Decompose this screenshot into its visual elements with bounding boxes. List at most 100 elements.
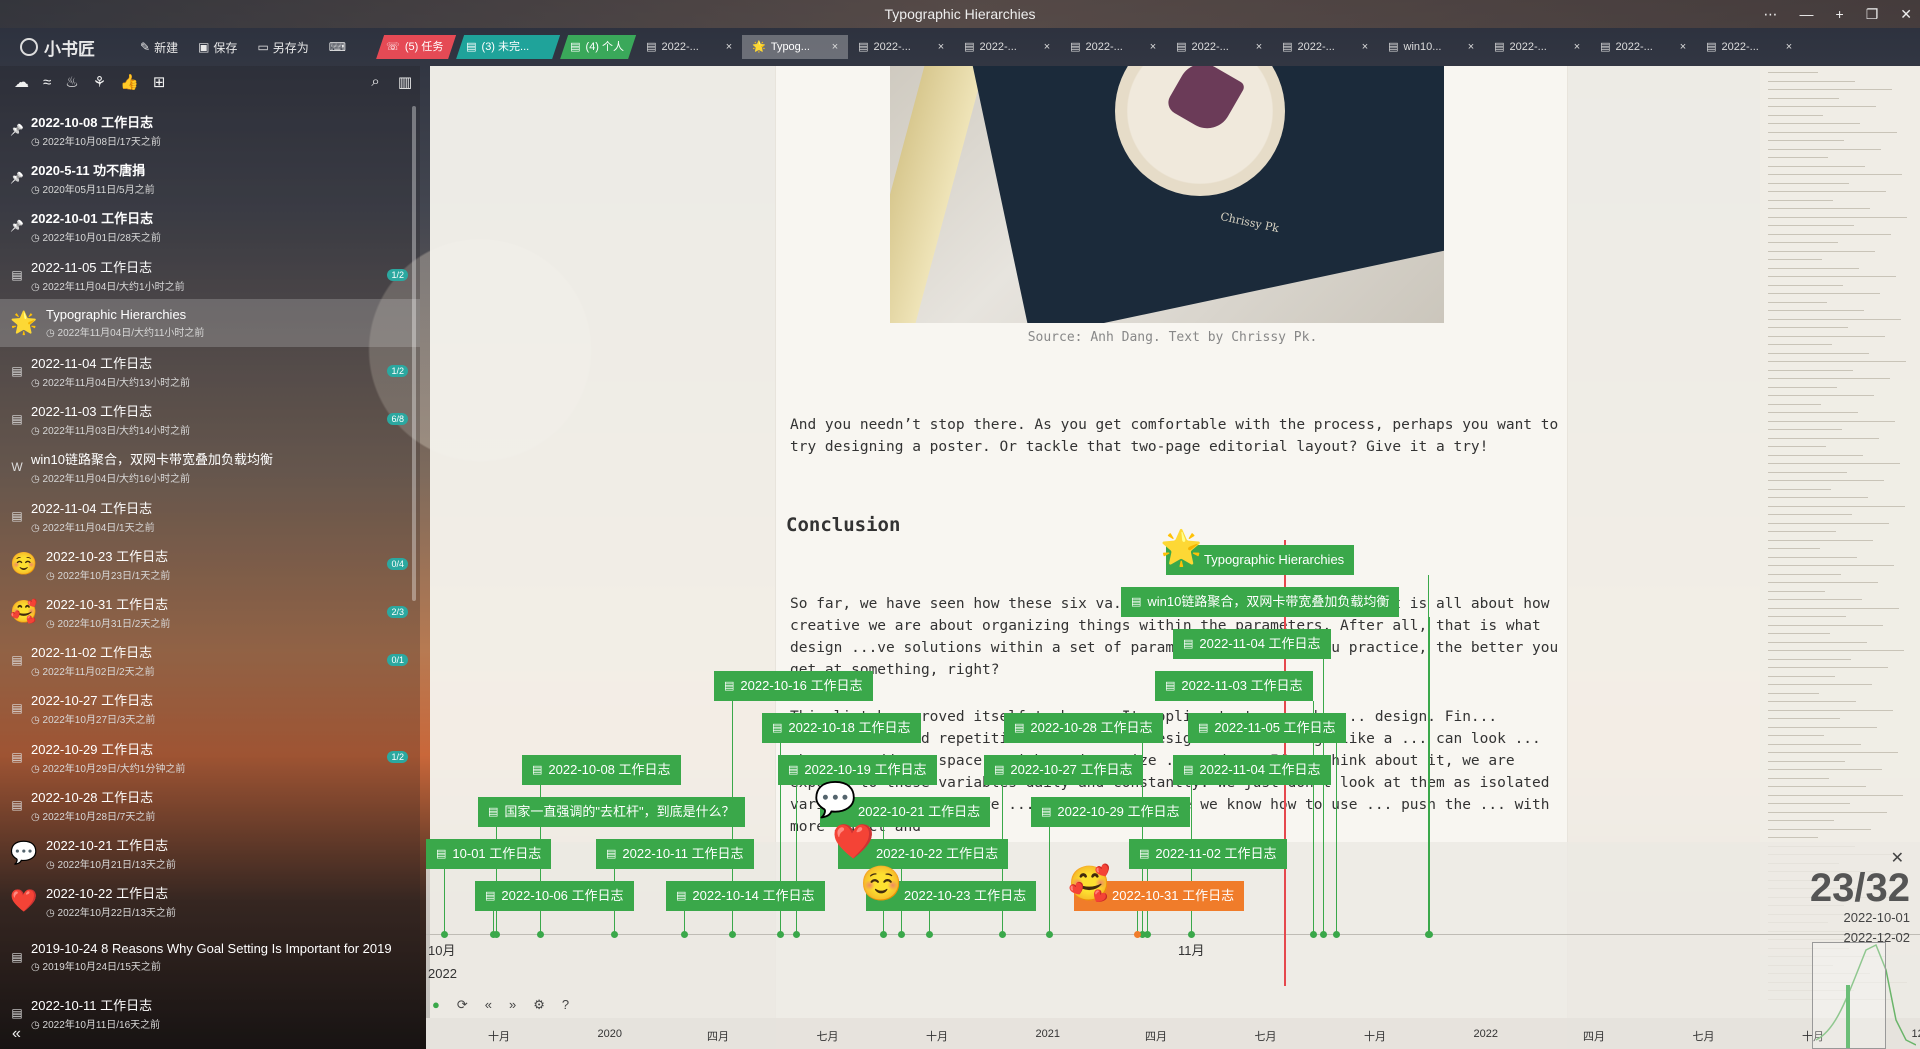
tab-item[interactable]: ☏ (5) 任务: [376, 35, 456, 59]
event-dot[interactable]: [681, 931, 688, 938]
event-dot[interactable]: [1426, 931, 1433, 938]
note-list-item[interactable]: ▤ 2022-10-29 工作日志 ◷ 2022年10月29日/大约1分钟之前 1/2: [0, 732, 420, 780]
timeline-event[interactable]: ▤ 2022-11-03 工作日志: [1155, 671, 1313, 701]
sidebar-scrollbar[interactable]: [412, 106, 416, 601]
event-dot[interactable]: [729, 931, 736, 938]
event-dot[interactable]: [777, 931, 784, 938]
note-list-item[interactable]: ▤ 2022-10-11 工作日志 ◷ 2022年10月11日/16天之前: [0, 989, 420, 1037]
timeline-event[interactable]: ▤ 2022-11-02 工作日志: [1129, 839, 1287, 869]
note-list-item[interactable]: ▤ 2022-10-28 工作日志 ◷ 2022年10月28日/7天之前: [0, 781, 420, 829]
event-dot[interactable]: [1134, 931, 1141, 938]
thumbs-up-icon[interactable]: 👍: [120, 73, 139, 91]
close-tab-icon[interactable]: ×: [1150, 35, 1156, 59]
settings-icon[interactable]: ⚙: [533, 997, 545, 1013]
keyboard-button[interactable]: ⌨: [329, 40, 346, 54]
timeline-event[interactable]: ▤ 2022-10-16 工作日志: [714, 671, 873, 701]
note-list-item[interactable]: 📌 2020-5-11 功不唐捐 ◷ 2020年05月11日/5月之前: [0, 154, 420, 202]
timeline-event[interactable]: ▤ 2022-10-08 工作日志: [522, 755, 681, 785]
event-dot[interactable]: [880, 931, 887, 938]
bath-icon[interactable]: ♨: [65, 73, 78, 91]
timeline-event[interactable]: ▤ 2022-11-04 工作日志: [1173, 755, 1331, 785]
timeline-event[interactable]: ▤ 2022-10-19 工作日志: [778, 755, 937, 785]
timeline-event[interactable]: ▤ 10-01 工作日志: [426, 839, 552, 869]
tab-item[interactable]: ▤ 2022-... ×: [1590, 35, 1696, 59]
close-tab-icon[interactable]: ×: [1468, 35, 1474, 59]
event-dot[interactable]: [926, 931, 933, 938]
note-list-item[interactable]: ▤ 2022-10-27 工作日志 ◷ 2022年10月27日/3天之前: [0, 684, 420, 732]
tab-item[interactable]: ▤ 2022-... ×: [1060, 35, 1166, 59]
cloud-icon[interactable]: ☁: [14, 73, 29, 91]
save-as-button[interactable]: ▭ 另存为: [257, 39, 308, 56]
collapse-sidebar-icon[interactable]: «: [12, 1025, 21, 1043]
more-icon[interactable]: ⋯: [1764, 0, 1778, 28]
walk-icon[interactable]: ⚘: [93, 73, 106, 91]
tab-item[interactable]: ▤ 2022-... ×: [1484, 35, 1590, 59]
next-icon[interactable]: »: [509, 997, 516, 1013]
new-button[interactable]: ✎ 新建: [140, 39, 178, 56]
close-tab-icon[interactable]: ×: [1362, 35, 1368, 59]
close-tab-icon[interactable]: ×: [1680, 35, 1686, 59]
timeline-overview[interactable]: 十月2020四月七月十月2021四月七月十月2022四月七月十月12: [426, 1018, 1920, 1049]
note-list-item[interactable]: ▤ 2019-10-24 8 Reasons Why Goal Setting I…: [0, 925, 420, 989]
note-list-item[interactable]: ☺️ 2022-10-23 工作日志 ◷ 2022年10月23日/1天之前 0/4: [0, 540, 420, 588]
save-button[interactable]: ▣ 保存: [198, 39, 237, 56]
note-list-item[interactable]: 💬 2022-10-21 工作日志 ◷ 2022年10月21日/13天之前: [0, 829, 420, 877]
note-list-item[interactable]: 🌟 Typographic Hierarchies ◷ 2022年11月04日/大约…: [0, 298, 420, 347]
timeline-event[interactable]: ▤ 2022-11-05 工作日志: [1188, 713, 1346, 743]
sitemap-icon[interactable]: ⊞: [153, 73, 166, 91]
note-list-item[interactable]: 📌 2022-10-08 工作日志 ◷ 2022年10月08日/17天之前: [0, 106, 420, 154]
tab-item[interactable]: ▤ win10... ×: [1378, 35, 1484, 59]
note-list-item[interactable]: ▤ 2022-11-04 工作日志 ◷ 2022年11月04日/大约13小时之前 1/…: [0, 347, 420, 395]
tab-item[interactable]: ▤ 2022-... ×: [954, 35, 1060, 59]
event-dot[interactable]: [1333, 931, 1340, 938]
tab-item[interactable]: ▤ 2022-... ×: [1272, 35, 1378, 59]
timeline-event[interactable]: ▤ 2022-10-14 工作日志: [666, 881, 825, 911]
app-logo[interactable]: 小书匠: [20, 35, 140, 60]
refresh-icon[interactable]: ⟳: [457, 997, 468, 1013]
event-dot[interactable]: [793, 931, 800, 938]
note-list-item[interactable]: Wwin10链路聚合，双网卡带宽叠加负载均衡 ◷ 2022年11月04日/大约16…: [0, 443, 420, 491]
event-dot[interactable]: [898, 931, 905, 938]
timeline-event[interactable]: ▤ 2022-10-29 工作日志: [1031, 797, 1190, 827]
note-list-item[interactable]: ▤ 2022-11-05 工作日志 ◷ 2022年11月04日/大约1小时之前 1/2: [0, 251, 420, 299]
timeline-event[interactable]: ▤ 2022-10-27 工作日志: [984, 755, 1143, 785]
note-list-item[interactable]: ▤ 2022-11-04 工作日志 ◷ 2022年11月04日/1天之前: [0, 492, 420, 540]
note-list-item[interactable]: 🥰 2022-10-31 工作日志 ◷ 2022年10月31日/2天之前 2/3: [0, 588, 420, 636]
event-dot[interactable]: [1144, 931, 1151, 938]
event-dot[interactable]: [1046, 931, 1053, 938]
close-tab-icon[interactable]: ×: [726, 35, 732, 59]
help-icon[interactable]: ?: [562, 997, 569, 1013]
note-list-item[interactable]: ▤ 2022-11-02 工作日志 ◷ 2022年11月02日/2天之前 0/1: [0, 636, 420, 684]
timeline-event[interactable]: ▤ win10链路聚合，双网卡带宽叠加负载均衡: [1121, 587, 1400, 617]
event-dot[interactable]: [1188, 931, 1195, 938]
search-icon[interactable]: ⌕: [371, 73, 379, 91]
tab-item[interactable]: ▤ 2022-... ×: [636, 35, 742, 59]
timeline-event[interactable]: ▤ 2022-10-06 工作日志: [475, 881, 634, 911]
close-icon[interactable]: ✕: [1900, 0, 1912, 28]
tab-item[interactable]: ▤ 2022-... ×: [1696, 35, 1802, 59]
event-dot[interactable]: [490, 931, 497, 938]
close-tab-icon[interactable]: ×: [1574, 35, 1580, 59]
close-timeline-icon[interactable]: ✕: [1891, 848, 1904, 868]
tab-item[interactable]: ▤ (4) 个人: [560, 35, 636, 59]
prev-icon[interactable]: «: [485, 997, 492, 1013]
timeline-event[interactable]: ▤ 国家一直强调的"去杠杆"，到底是什么？: [478, 797, 745, 827]
event-dot[interactable]: [999, 931, 1006, 938]
library-icon[interactable]: ▥: [398, 73, 412, 91]
event-dot[interactable]: [1320, 931, 1327, 938]
minimize-icon[interactable]: —: [1800, 0, 1814, 28]
close-tab-icon[interactable]: ×: [938, 35, 944, 59]
note-list-item[interactable]: 📌 2022-10-01 工作日志 ◷ 2022年10月01日/28天之前: [0, 202, 420, 250]
tab-item[interactable]: ▤ 2022-... ×: [848, 35, 954, 59]
note-list-item[interactable]: ▤ 2022-11-03 工作日志 ◷ 2022年11月03日/大约14小时之前 6/…: [0, 395, 420, 443]
tab-item[interactable]: 🌟 Typog... ×: [742, 35, 849, 59]
timeline-event[interactable]: ▤ 2022-11-04 工作日志: [1173, 629, 1331, 659]
tab-item[interactable]: ▤ (3) 未完...: [456, 35, 560, 59]
maximize-icon[interactable]: ❐: [1866, 0, 1879, 28]
event-dot[interactable]: [611, 931, 618, 938]
close-tab-icon[interactable]: ×: [832, 35, 838, 59]
timeline-event[interactable]: ▤ 2022-10-28 工作日志: [1004, 713, 1163, 743]
bulb-icon[interactable]: ●: [432, 997, 440, 1013]
zoom-icon[interactable]: +: [1836, 0, 1844, 28]
note-list-item[interactable]: ❤️ 2022-10-22 工作日志 ◷ 2022年10月22日/13天之前: [0, 877, 420, 925]
